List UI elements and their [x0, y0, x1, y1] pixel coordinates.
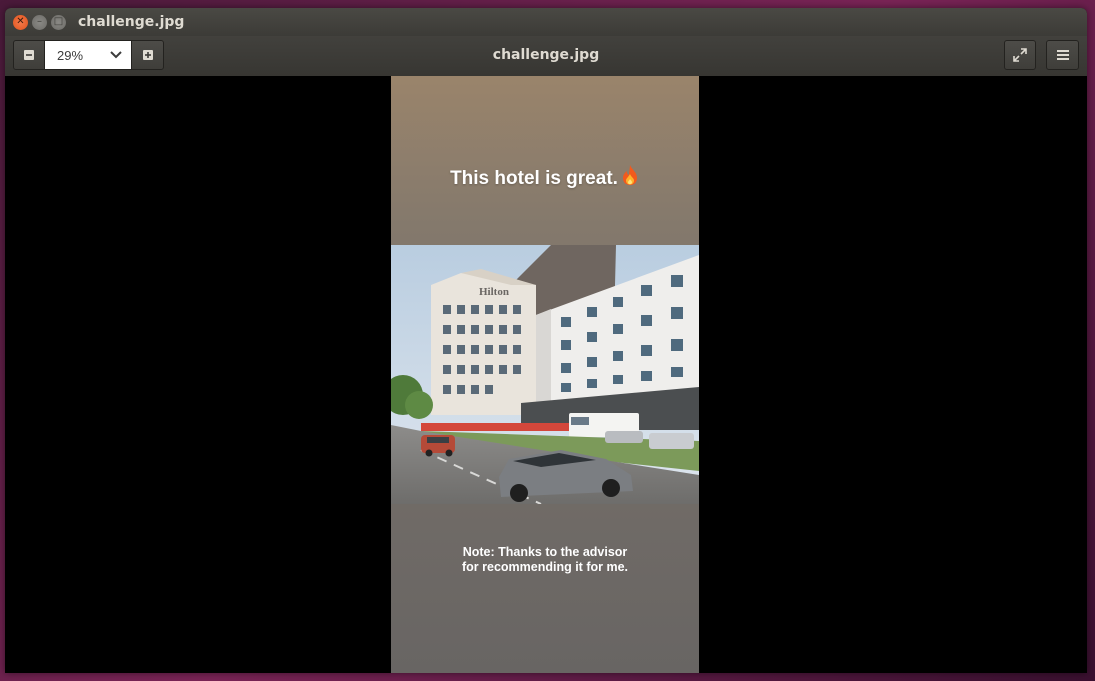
window-title: challenge.jpg	[78, 14, 185, 30]
image-canvas[interactable]: This hotel is great. Hilton Note: Thanks…	[5, 76, 1087, 673]
fullscreen-button[interactable]	[1004, 40, 1036, 70]
hotel-street-photo: Hilton	[391, 245, 699, 504]
displayed-image: This hotel is great. Hilton Note: Thanks…	[391, 76, 699, 673]
fullscreen-icon	[1013, 48, 1027, 62]
image-headline: This hotel is great.	[391, 164, 699, 190]
close-icon[interactable]: ✕	[13, 14, 28, 30]
minimize-icon[interactable]: –	[32, 14, 47, 30]
image-viewer-window: ✕ – □ challenge.jpg 29% challenge.jpg Th…	[5, 8, 1087, 673]
title-bar[interactable]: ✕ – □ challenge.jpg	[5, 8, 1087, 36]
document-title: challenge.jpg	[492, 47, 600, 63]
note-line-2: for recommending it for me.	[462, 560, 628, 574]
note-line-1: Note: Thanks to the advisor	[462, 545, 628, 559]
image-note: Note: Thanks to the advisor for recommen…	[391, 545, 699, 575]
headline-text: This hotel is great.	[450, 168, 618, 189]
hilton-sign: Hilton	[479, 286, 509, 298]
toolbar: 29% challenge.jpg	[5, 36, 1087, 77]
menu-button[interactable]	[1046, 40, 1079, 70]
hamburger-menu-icon	[1056, 50, 1069, 60]
fire-emoji-icon	[622, 165, 637, 185]
maximize-icon[interactable]: □	[51, 14, 66, 30]
